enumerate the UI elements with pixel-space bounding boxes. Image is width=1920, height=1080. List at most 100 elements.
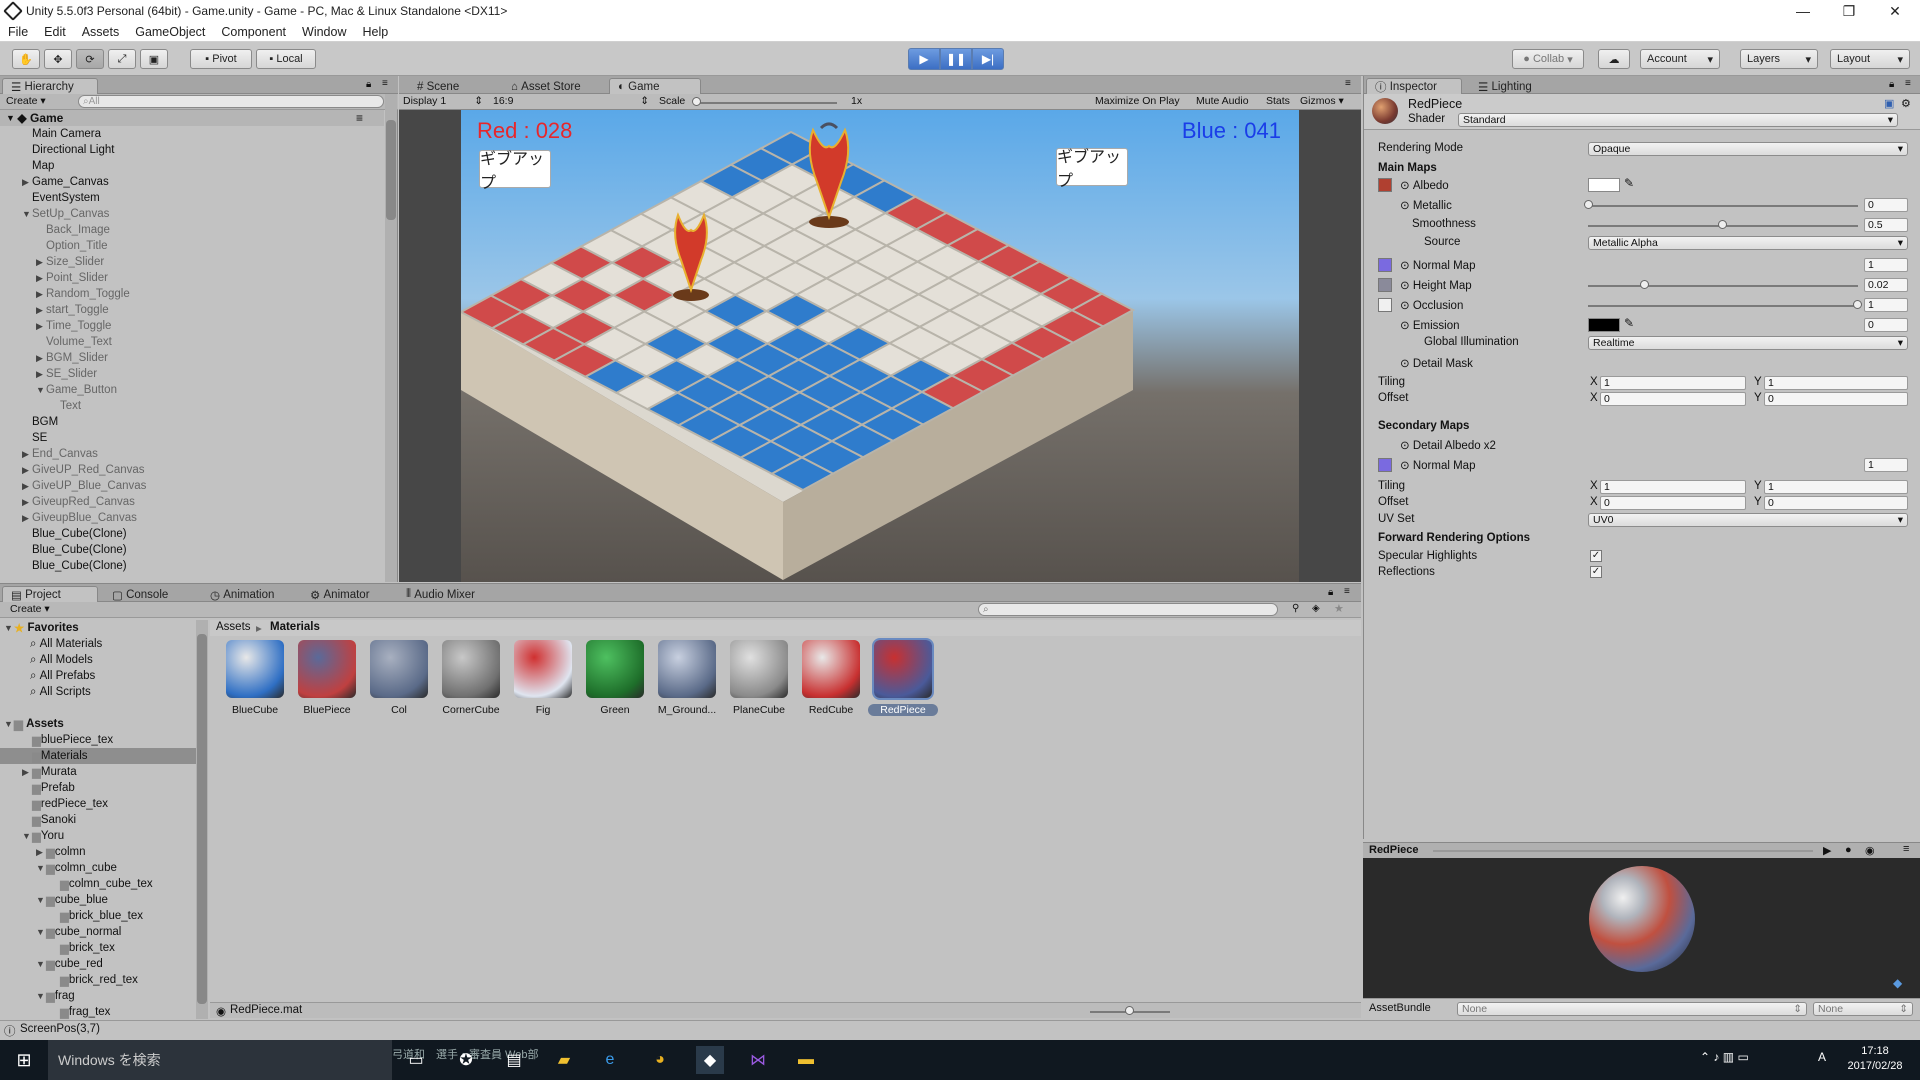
offset-y-field[interactable]: 0	[1764, 392, 1908, 406]
assets-header[interactable]: ▼ ▆ Assets	[4, 716, 64, 732]
hierarchy-item[interactable]: ▶ GiveupRed_Canvas	[22, 494, 135, 510]
tab-project[interactable]: ▤ Project	[2, 586, 98, 603]
eyedropper-icon[interactable]: ✎	[1624, 316, 1634, 330]
hierarchy-item[interactable]: Directional Light	[22, 142, 114, 158]
normal-map-2-slot[interactable]	[1378, 458, 1392, 472]
preview-light-icon[interactable]: ◉	[1865, 844, 1875, 857]
project-folder-item[interactable]: ▆ brick_red_tex	[0, 972, 196, 988]
collapse-arrow-icon[interactable]: ▶	[22, 497, 32, 508]
collapse-arrow-icon[interactable]: ▶	[22, 449, 32, 460]
project-folder-item[interactable]: ▆ redPiece_tex	[0, 796, 196, 812]
hierarchy-item[interactable]: ▶ Size_Slider	[36, 254, 104, 270]
preview-drag-handle[interactable]	[1433, 850, 1813, 852]
hierarchy-item[interactable]: Back_Image	[36, 222, 110, 238]
folder-arrow-icon[interactable]: ▼	[36, 863, 46, 873]
height-map-slider-knob[interactable]	[1640, 280, 1649, 289]
material-thumbnail[interactable]	[370, 640, 428, 698]
material-thumbnail[interactable]	[658, 640, 716, 698]
hierarchy-item[interactable]: ▶ SE_Slider	[36, 366, 97, 382]
favorite-all-materials[interactable]: ⌕ All Materials	[30, 636, 102, 652]
hierarchy-scrollbar[interactable]	[385, 94, 397, 582]
material-label[interactable]: CornerCube	[436, 704, 506, 716]
collapse-arrow-icon[interactable]: ▶	[36, 305, 46, 316]
hierarchy-item[interactable]: ▼ SetUp_Canvas	[22, 206, 109, 222]
tag-icon[interactable]: ◆	[1893, 976, 1902, 990]
task-view-icon[interactable]: ▭	[402, 1046, 430, 1074]
project-tree-scrollbar[interactable]	[196, 620, 208, 1019]
material-label[interactable]: Fig	[508, 704, 578, 716]
collapse-arrow-icon[interactable]: ▶	[22, 465, 32, 476]
height-map-slider[interactable]	[1588, 285, 1858, 287]
hierarchy-item[interactable]: Blue_Cube(Clone)	[22, 558, 127, 574]
lock-icon[interactable]: 🔒︎	[1328, 587, 1333, 598]
panel-menu-icon[interactable]: ≡	[1903, 843, 1909, 855]
hierarchy-item[interactable]: ▼ Game_Button	[36, 382, 117, 398]
hierarchy-item[interactable]: ▶ BGM_Slider	[36, 350, 108, 366]
collapse-arrow-icon[interactable]: ▶	[36, 289, 46, 300]
tab-lighting[interactable]: ☰ Lighting	[1470, 78, 1540, 95]
folder-arrow-icon[interactable]: ▼	[22, 831, 32, 841]
hierarchy-search-input[interactable]: ⌕All	[78, 95, 384, 108]
step-button[interactable]: ▶|	[972, 48, 1004, 70]
normal-map-slot[interactable]	[1378, 258, 1392, 272]
tab-animator[interactable]: ⚙ Animator	[302, 586, 378, 603]
scale-slider[interactable]	[697, 102, 837, 104]
material-thumbnail[interactable]	[298, 640, 356, 698]
hierarchy-item[interactable]: Map	[22, 158, 54, 174]
tray-icons[interactable]: ⌃ ♪ ▥ ▭	[1700, 1050, 1749, 1064]
pause-button[interactable]: ❚❚	[940, 48, 972, 70]
play-button[interactable]: ▶	[908, 48, 940, 70]
notepad-icon[interactable]: ▤	[500, 1046, 528, 1074]
display-dropdown[interactable]: Display 1 ⇕	[403, 95, 483, 109]
panel-menu-icon[interactable]: ≡	[1344, 586, 1350, 597]
assetbundle-variant-dropdown[interactable]: None ⇕	[1813, 1002, 1913, 1016]
material-label[interactable]: M_Ground...	[652, 704, 722, 716]
scale-slider-knob[interactable]	[692, 97, 701, 106]
hierarchy-item[interactable]: ▶ GiveupBlue_Canvas	[22, 510, 137, 526]
hierarchy-item[interactable]: ▶ Random_Toggle	[36, 286, 130, 302]
menu-file[interactable]: File	[0, 25, 36, 39]
normal-map-2-value-field[interactable]: 1	[1864, 458, 1908, 472]
preview-header[interactable]: RedPiece ▶ ● ◉ ≡	[1363, 842, 1920, 858]
edge-icon[interactable]: e	[596, 1046, 624, 1074]
eyedropper-icon[interactable]: ✎	[1624, 176, 1634, 190]
hierarchy-item[interactable]: Main Camera	[22, 126, 101, 142]
tiling-2-x-field[interactable]: 1	[1600, 480, 1746, 494]
expand-arrow-icon[interactable]: ▼	[22, 209, 32, 219]
collapse-arrow-icon[interactable]: ▶	[36, 273, 46, 284]
project-folder-item[interactable]: ▆ Materials	[0, 748, 196, 764]
stats-toggle[interactable]: Stats	[1266, 95, 1290, 107]
menu-component[interactable]: Component	[213, 25, 294, 39]
menu-help[interactable]: Help	[354, 25, 396, 39]
hierarchy-item[interactable]: Volume_Text	[36, 334, 112, 350]
hierarchy-create-button[interactable]: Create ▾	[6, 95, 46, 109]
gizmos-dropdown[interactable]: Gizmos ▾	[1300, 95, 1344, 107]
hierarchy-item[interactable]: ▶ End_Canvas	[22, 446, 98, 462]
material-label[interactable]: RedCube	[796, 704, 866, 716]
material-label[interactable]: RedPiece	[868, 704, 938, 716]
aspect-dropdown[interactable]: 16:9 ⇕	[493, 95, 649, 109]
metallic-value-field[interactable]: 0	[1864, 198, 1908, 212]
material-label[interactable]: BlueCube	[220, 704, 290, 716]
metallic-slider-knob[interactable]	[1584, 200, 1593, 209]
hierarchy-item[interactable]: SE	[22, 430, 47, 446]
panel-menu-icon[interactable]: ≡	[1345, 78, 1351, 89]
maximize-on-play-toggle[interactable]: Maximize On Play	[1095, 95, 1180, 107]
hand-tool-button[interactable]: ✋	[12, 49, 40, 69]
tab-game[interactable]: ◐ Game	[609, 78, 701, 95]
tiling-y-field[interactable]: 1	[1764, 376, 1908, 390]
giveup-right-button[interactable]: ギブアップ	[1056, 148, 1128, 190]
offset-2-y-field[interactable]: 0	[1764, 496, 1908, 510]
material-thumbnail[interactable]	[730, 640, 788, 698]
collapse-arrow-icon[interactable]: ▶	[36, 257, 46, 268]
hierarchy-item[interactable]: Text	[50, 398, 81, 414]
occlusion-slider-knob[interactable]	[1853, 300, 1862, 309]
folder-arrow-icon[interactable]: ▶	[22, 767, 32, 778]
menu-gameobject[interactable]: GameObject	[127, 25, 213, 39]
tab-hierarchy[interactable]: ☰ Hierarchy	[2, 78, 98, 95]
material-thumbnail[interactable]	[442, 640, 500, 698]
source-dropdown[interactable]: Metallic Alpha ▾	[1588, 236, 1908, 250]
tab-asset-store[interactable]: ⌂ Asset Store	[503, 78, 589, 95]
offset-x-field[interactable]: 0	[1600, 392, 1746, 406]
project-folder-item[interactable]: ▶ ▆ Murata	[0, 764, 196, 780]
